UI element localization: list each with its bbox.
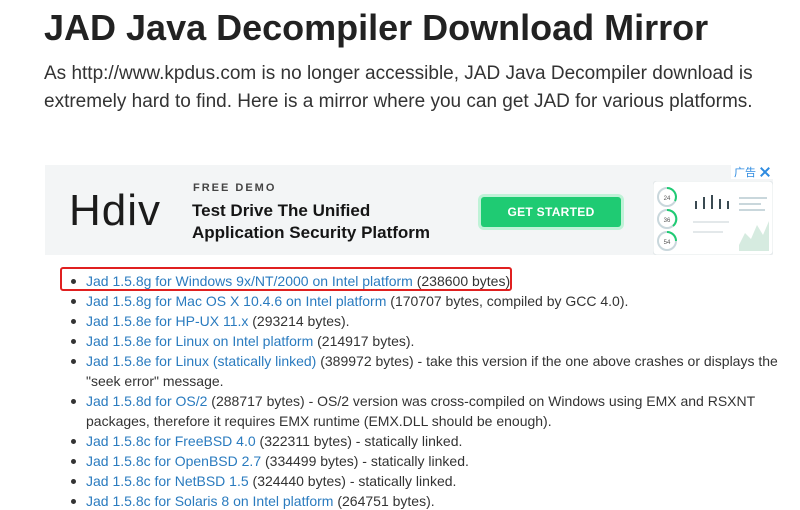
download-link[interactable]: Jad 1.5.8c for Solaris 8 on Intel platfo… [86,493,333,509]
gauge-value: 36 [664,218,671,224]
list-item: Jad 1.5.8d for OS/2 (288717 bytes) - OS/… [71,391,786,431]
ad-label: 广告 [734,167,756,179]
download-link[interactable]: Jad 1.5.8g for Windows 9x/NT/2000 on Int… [86,273,413,289]
ad-banner[interactable]: 广告 Hdiv FREE DEMO Test Drive The Unified… [45,165,773,255]
ad-headline-line: Application Security Platform [192,223,431,242]
download-description: (322311 bytes) - statically linked. [255,433,463,449]
download-link[interactable]: Jad 1.5.8e for Linux (statically linked) [86,353,316,369]
download-description: (293214 bytes). [248,313,350,329]
gauge-value: 54 [664,240,671,246]
list-item: Jad 1.5.8e for Linux on Intel platform (… [71,331,786,351]
close-icon[interactable] [759,166,771,178]
ad-headline-line: Test Drive The Unified [192,201,371,220]
get-started-button[interactable]: GET STARTED [481,197,621,227]
download-description: (264751 bytes). [333,493,435,509]
download-list: Jad 1.5.8g for Windows 9x/NT/2000 on Int… [66,271,786,510]
list-item: Jad 1.5.8e for Linux (statically linked)… [71,351,786,391]
intro-paragraph: As http://www.kpdus.com is no longer acc… [44,63,753,112]
list-item: Jad 1.5.8c for OpenBSD 2.7 (334499 bytes… [71,451,786,471]
list-item: Jad 1.5.8c for FreeBSD 4.0 (322311 bytes… [71,431,786,451]
ad-headline: Test Drive The Unified Application Secur… [192,200,430,244]
download-link[interactable]: Jad 1.5.8c for OpenBSD 2.7 [86,453,261,469]
download-link[interactable]: Jad 1.5.8e for Linux on Intel platform [86,333,313,349]
ad-choices[interactable]: 广告 [731,165,773,179]
download-link[interactable]: Jad 1.5.8d for OS/2 [86,393,207,409]
list-item: Jad 1.5.8e for HP-UX 11.x (293214 bytes)… [71,311,786,331]
page-title: JAD Java Decompiler Download Mirror [44,7,709,48]
download-description: (238600 bytes) [412,273,511,289]
download-description: (170707 bytes, compiled by GCC 4.0). [386,293,629,309]
list-item: Jad 1.5.8c for NetBSD 1.5 (324440 bytes)… [71,471,786,491]
download-description: (214917 bytes). [313,333,415,349]
download-link[interactable]: Jad 1.5.8c for FreeBSD 4.0 [86,433,256,449]
download-description: (334499 bytes) - statically linked. [261,453,469,469]
download-description: (324440 bytes) - statically linked. [248,473,457,489]
dashboard-illustration: 24 36 54 [653,181,773,255]
download-link[interactable]: Jad 1.5.8g for Mac OS X 10.4.6 on Intel … [86,293,386,309]
list-item: Jad 1.5.8g for Windows 9x/NT/2000 on Int… [71,271,786,291]
page: JAD Java Decompiler Download Mirror As h… [0,0,800,510]
download-link[interactable]: Jad 1.5.8e for HP-UX 11.x [86,313,248,329]
list-item: Jad 1.5.8g for Mac OS X 10.4.6 on Intel … [71,291,786,311]
hdiv-logo[interactable]: Hdiv [69,189,161,233]
gauge-value: 24 [664,196,671,202]
ad-eyebrow: FREE DEMO [193,182,277,194]
list-item: Jad 1.5.8c for Solaris 8 on Intel platfo… [71,491,786,510]
download-link[interactable]: Jad 1.5.8c for NetBSD 1.5 [86,473,249,489]
